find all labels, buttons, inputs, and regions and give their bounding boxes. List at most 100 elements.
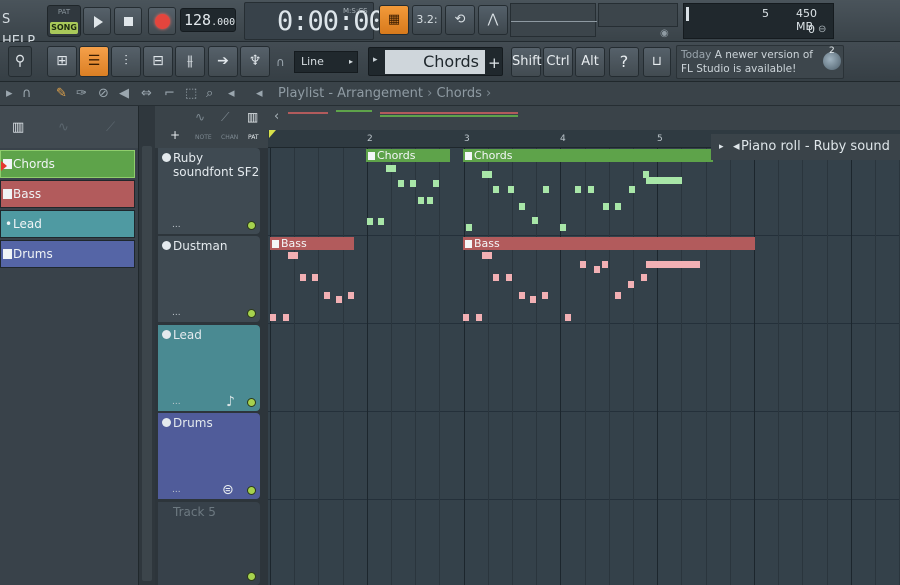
piano-icon[interactable]: ▥ — [12, 120, 24, 135]
lane-3[interactable] — [268, 324, 900, 412]
info-icon — [162, 241, 171, 250]
pattern-prev-icon[interactable]: ▸ — [373, 55, 378, 65]
metronome-button[interactable]: ⋀ — [478, 5, 508, 35]
pencil-icon[interactable]: ✎ — [56, 86, 67, 101]
note-block — [300, 274, 306, 281]
snap-mode-select[interactable]: Line ▸ — [294, 51, 358, 73]
track-enable-led[interactable] — [247, 398, 256, 407]
track-enable-led[interactable] — [247, 572, 256, 581]
mixer-icon: ⊟ — [152, 53, 164, 69]
record-button[interactable] — [148, 7, 176, 35]
chan-icon[interactable]: ⟋ — [221, 110, 229, 125]
piano-roll-tab[interactable]: ▸ ◂ Piano roll - Ruby sound — [711, 134, 900, 160]
track-enable-led[interactable] — [247, 486, 256, 495]
microphone-button[interactable]: ♆ — [240, 46, 270, 77]
zoom-icon[interactable]: ⌕ — [206, 86, 213, 101]
note-block — [615, 203, 621, 210]
news-panel[interactable]: Today A newer version of FL Studio is av… — [676, 45, 844, 79]
track-header-3[interactable]: Lead ... ♪ — [158, 325, 260, 411]
pattern-name-field[interactable]: Chords — [385, 50, 485, 74]
play-button[interactable] — [83, 7, 111, 35]
stop-button[interactable] — [114, 7, 142, 35]
arrangement-grid[interactable]: ‹ 2 3 4 5 Chords Chords Bass Bass ▸ ◂ Pi… — [268, 106, 900, 585]
clip-header[interactable]: Bass — [463, 237, 755, 250]
pat-icon[interactable]: ▥ — [247, 110, 258, 124]
paint-icon[interactable]: ✑ — [76, 86, 87, 101]
options-arrow-icon[interactable]: ▸ — [6, 86, 13, 101]
track-enable-led[interactable] — [247, 221, 256, 230]
track-enable-led[interactable] — [247, 309, 256, 318]
playlist-button[interactable]: ⊞ — [47, 46, 77, 77]
news-line-1: Today A newer version of — [681, 48, 839, 62]
pat-song-toggle[interactable]: PAT SONG — [47, 5, 81, 37]
delete-icon[interactable]: ⊘ — [98, 86, 109, 101]
ctrl-button[interactable]: Ctrl — [543, 47, 573, 77]
shift-button[interactable]: Shift — [511, 47, 542, 77]
picker-scrollbar[interactable] — [138, 106, 155, 585]
add-pattern-icon[interactable]: + — [488, 54, 501, 72]
slip-icon[interactable]: ⇔ — [141, 86, 152, 101]
arrow-button[interactable]: ➔ — [208, 46, 238, 77]
note-block — [506, 274, 512, 281]
tab-note[interactable]: NOTE — [195, 134, 212, 141]
tempo-display[interactable]: 128.000 — [180, 8, 236, 32]
track-header-4[interactable]: Drums ... ⊜ — [158, 413, 260, 499]
playback-icon[interactable]: ◂ — [228, 86, 235, 101]
lane-4[interactable] — [268, 412, 900, 500]
typing-keyboard-button[interactable]: ▦ — [379, 5, 409, 35]
picker-scroll-thumb[interactable] — [142, 146, 152, 581]
audio-icon[interactable]: ∿ — [58, 120, 69, 135]
news-badge: 2 — [829, 46, 835, 56]
pattern-item-chords[interactable]: Chords — [0, 150, 135, 178]
magnet-icon[interactable]: ∩ — [22, 86, 32, 101]
mixer-button[interactable]: ⊟ — [143, 46, 173, 77]
playlist-title-text: Playlist - Arrangement — [278, 86, 423, 101]
track-header-5[interactable]: Track 5 — [158, 502, 260, 585]
clip-header[interactable]: Chords — [366, 149, 450, 162]
plugin-icon[interactable]: ⚲ — [8, 46, 32, 77]
note-block — [433, 180, 439, 187]
tab-chan[interactable]: CHAN — [221, 134, 238, 141]
note-block — [386, 165, 396, 172]
pattern-selector[interactable]: ▸ Chords + — [368, 47, 503, 76]
playhead-marker[interactable] — [269, 130, 276, 138]
piano-roll-icon: ☰ — [87, 53, 101, 69]
bar-number: 5 — [657, 134, 663, 144]
track-header-2[interactable]: Dustman ... — [158, 236, 260, 322]
add-track-icon[interactable]: + — [170, 128, 180, 142]
note-block — [463, 314, 469, 321]
eye-icon[interactable]: ◉ — [660, 28, 669, 39]
reset-icon[interactable]: ⊖ — [818, 24, 826, 35]
channel-rack-button[interactable]: ⫶ — [111, 46, 141, 77]
clip-header[interactable]: Chords — [463, 149, 713, 162]
slice-icon[interactable]: ⌐ — [164, 86, 175, 101]
pattern-item-drums[interactable]: Drums — [0, 240, 135, 268]
snap-display-button[interactable]: 3.2: — [412, 5, 442, 35]
scroll-left-icon[interactable]: ‹ — [274, 109, 279, 124]
track-header-1[interactable]: Ruby soundfont SF2 ... — [158, 148, 260, 234]
piano-roll-button[interactable]: ☰ — [79, 46, 109, 77]
lane-5[interactable] — [268, 500, 900, 585]
loop-record-button[interactable]: ⟲ — [445, 5, 475, 35]
note-icon[interactable]: ∿ — [195, 110, 205, 124]
pattern-item-bass[interactable]: Bass — [0, 180, 135, 208]
cpu-value: 5 — [762, 7, 769, 20]
clip-header[interactable]: Bass — [270, 237, 354, 250]
clip-label: Chords — [377, 149, 416, 162]
sliders-button[interactable]: ⫵ — [175, 46, 205, 77]
tab-pat[interactable]: PAT — [248, 134, 259, 141]
alt-button[interactable]: Alt — [575, 47, 605, 77]
help-button[interactable]: ? — [609, 47, 639, 77]
help-menu[interactable]: S HELP — [0, 9, 38, 49]
note-block — [646, 177, 682, 184]
shop-button[interactable]: ⊔ — [643, 47, 671, 77]
sliders-icon: ⫵ — [186, 53, 194, 69]
pattern-icon — [3, 189, 12, 199]
automation-icon[interactable]: ⟋ — [106, 120, 115, 135]
grid-line — [802, 148, 803, 585]
note-block — [378, 218, 384, 225]
mute-icon[interactable]: ◀ — [119, 86, 129, 101]
song-time-display[interactable]: 0:00:00 M:S:CS — [244, 2, 385, 40]
select-icon[interactable]: ⬚ — [185, 86, 197, 101]
pattern-item-lead[interactable]: • Lead — [0, 210, 135, 238]
